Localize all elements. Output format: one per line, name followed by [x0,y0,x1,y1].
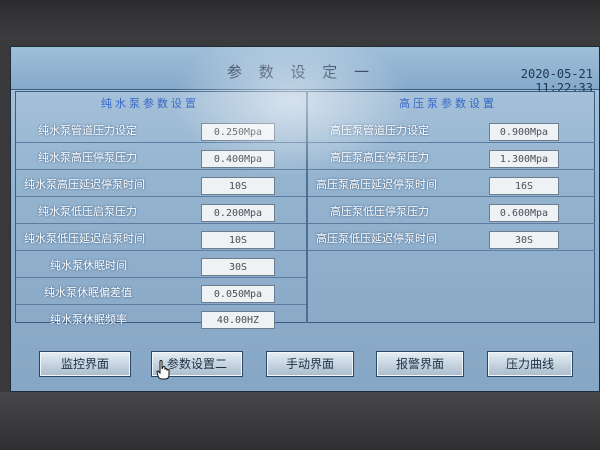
value-field-hp-pipe-pressure[interactable]: 0.900Mpa [489,123,559,141]
hmi-screen: 参 数 设 定 一 2020-05-21 11:22:33 纯水泵参数设置 高压… [10,46,600,392]
row-label: 纯水泵休眠时间 [50,258,127,272]
value-field-high-stop-pressure[interactable]: 0.400Mpa [201,150,275,168]
page-title: 参 数 设 定 一 [226,63,376,81]
right-section-heading: 高压泵参数设置 [399,97,497,110]
hand-cursor-icon [156,360,170,380]
pressure-curve-button[interactable]: 压力曲线 [487,351,573,377]
row-label: 高压泵高压延迟停泵时间 [316,177,437,191]
value-field-hp-high-delay-stop[interactable]: 16S [489,177,559,195]
row-label: 高压泵管道压力设定 [330,123,429,137]
left-section-heading: 纯水泵参数设置 [101,97,199,110]
row-label: 高压泵高压停泵压力 [330,150,429,164]
alarm-screen-button[interactable]: 报警界面 [376,351,464,377]
bottom-nav: 监控界面 参数设置二 手动界面 报警界面 压力曲线 [11,343,599,385]
row-label: 纯水泵休眠频率 [50,313,127,326]
row-label: 纯水泵高压停泵压力 [38,150,137,164]
value-field-sleep-deviation[interactable]: 0.050Mpa [201,285,275,303]
value-field-low-start-pressure[interactable]: 0.200Mpa [201,204,275,222]
row-label: 纯水泵管道压力设定 [38,123,137,137]
row-label: 高压泵低压延迟停泵时间 [316,231,437,245]
row-label: 纯水泵休眠偏差值 [44,285,132,299]
device-bezel-top [0,0,600,40]
value-field-pipe-pressure[interactable]: 0.250Mpa [201,123,275,141]
manual-screen-button[interactable]: 手动界面 [266,351,354,377]
row-label: 纯水泵低压延迟启泵时间 [24,231,145,245]
value-field-sleep-frequency[interactable]: 40.00HZ [201,311,275,329]
value-field-hp-high-stop-pressure[interactable]: 1.300Mpa [489,150,559,168]
device-bezel-bottom [0,392,600,450]
title-bar: 参 数 设 定 一 2020-05-21 11:22:33 [11,47,599,95]
value-field-high-delay-stop[interactable]: 10S [201,177,275,195]
row-label: 纯水泵低压启泵压力 [38,204,137,218]
value-field-hp-low-delay-stop[interactable]: 30S [489,231,559,249]
date-display: 2020-05-21 [520,67,593,81]
value-field-sleep-time[interactable]: 30S [201,258,275,276]
monitor-screen-button[interactable]: 监控界面 [39,351,131,377]
row-label: 高压泵低压停泵压力 [330,204,429,218]
row-label: 纯水泵高压延迟停泵时间 [24,177,145,191]
value-field-hp-low-stop-pressure[interactable]: 0.600Mpa [489,204,559,222]
value-field-low-delay-start[interactable]: 10S [201,231,275,249]
